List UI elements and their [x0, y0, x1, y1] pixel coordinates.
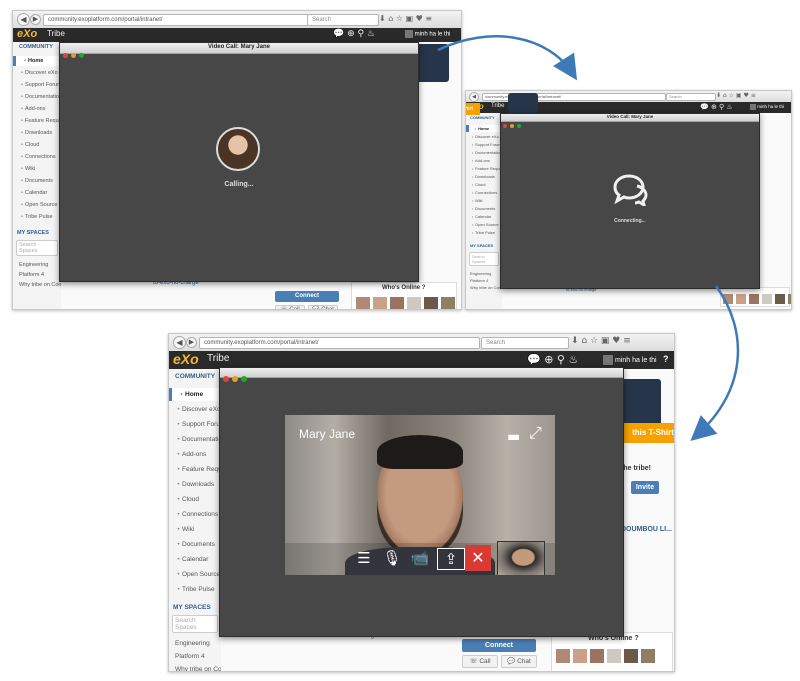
arrow-calling-to-connecting [437, 35, 578, 81]
workflow-arrows [437, 35, 740, 441]
arrow-connecting-to-in-call [690, 285, 740, 441]
